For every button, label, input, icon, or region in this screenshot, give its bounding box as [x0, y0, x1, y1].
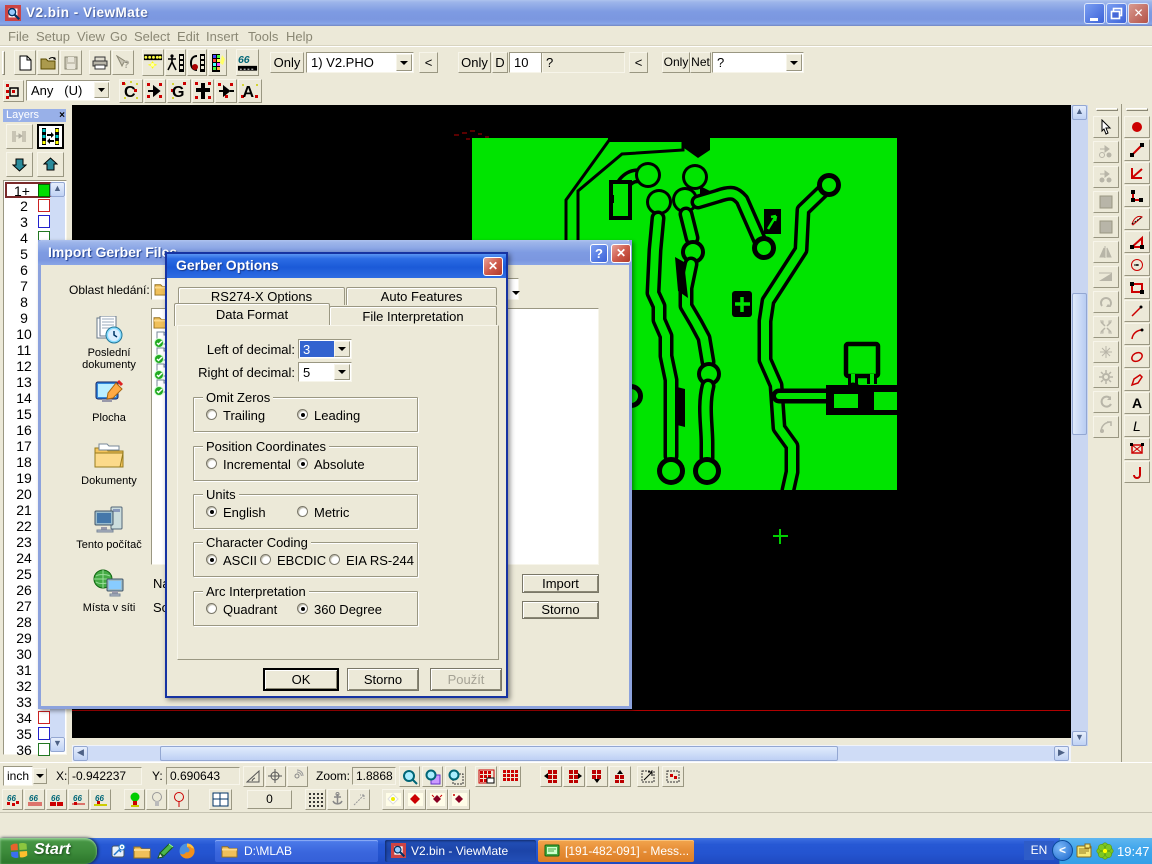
svg-text:G: G — [172, 84, 184, 101]
svg-text:C: C — [124, 84, 136, 101]
svg-text:66: 66 — [7, 794, 16, 803]
svg-text:66: 66 — [73, 794, 82, 803]
svg-text:L: L — [1133, 419, 1141, 433]
svg-text:66: 66 — [238, 54, 250, 66]
svg-text:A: A — [1132, 396, 1142, 410]
svg-text:66: 66 — [29, 794, 38, 803]
svg-text:66: 66 — [51, 794, 60, 803]
svg-text:?: ? — [123, 59, 130, 70]
svg-text:A: A — [243, 84, 255, 101]
